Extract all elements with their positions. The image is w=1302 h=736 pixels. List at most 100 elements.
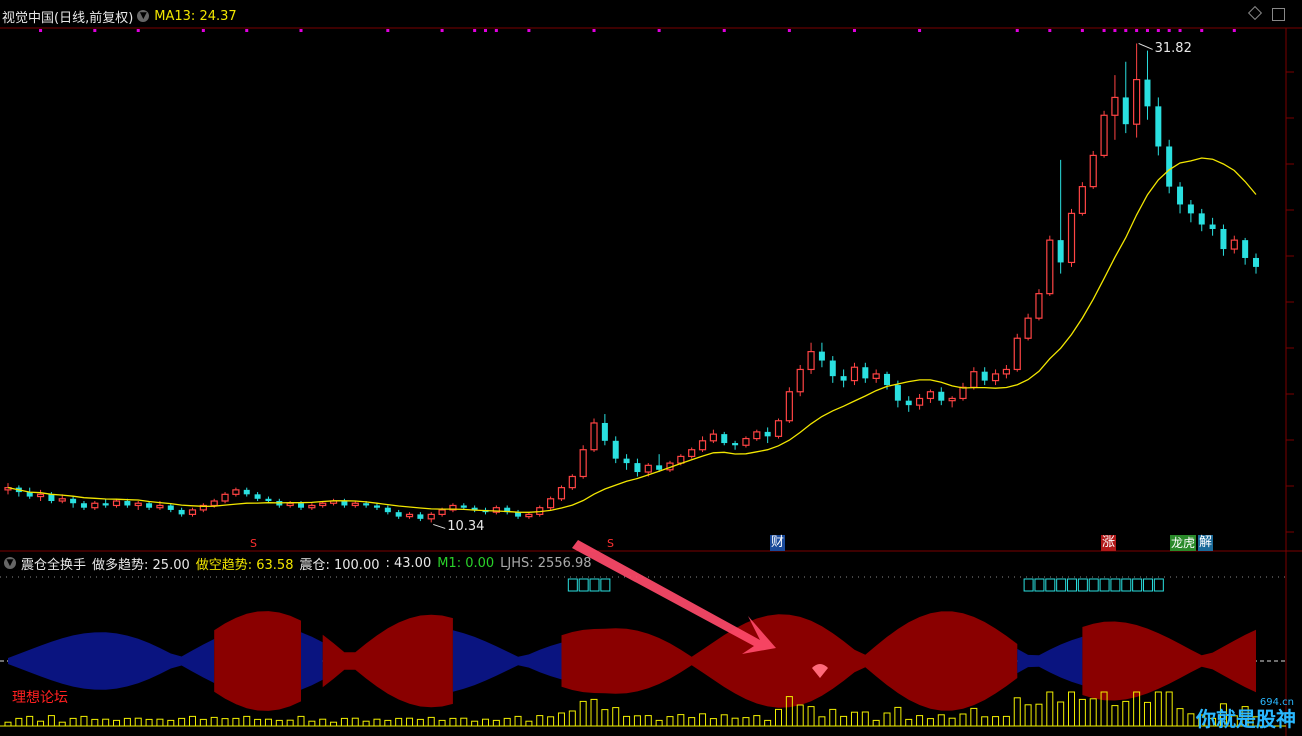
turnover-bar	[471, 720, 479, 727]
turnover-bar	[872, 719, 880, 727]
turnover-bar	[861, 711, 869, 727]
event-tag-limit-up[interactable]: 涨	[1101, 535, 1117, 551]
turnover-bar	[1187, 713, 1195, 727]
turnover-bar	[644, 715, 652, 727]
turnover-bar	[948, 717, 956, 727]
candle-up	[438, 509, 446, 515]
turnover-bar	[351, 717, 359, 727]
candle-down	[721, 434, 728, 444]
turnover-bar	[753, 715, 761, 727]
extra-value: : 43.00	[385, 555, 432, 571]
turnover-box	[1142, 578, 1153, 592]
turnover-bar	[992, 716, 1000, 727]
turnover-bar	[264, 718, 272, 727]
turnover-bar	[796, 704, 804, 727]
turnover-bar	[199, 718, 207, 727]
turnover-bar	[145, 718, 153, 727]
turnover-bar	[709, 718, 717, 727]
turnover-box	[1034, 578, 1045, 592]
turnover-bar	[330, 721, 338, 727]
event-tag-finance[interactable]: 财	[770, 535, 786, 551]
turnover-bar	[1143, 701, 1151, 727]
turnover-bar	[1176, 708, 1184, 727]
turnover-bar	[134, 717, 142, 727]
signal-dot	[494, 29, 498, 32]
low-pointer	[433, 523, 446, 529]
turnover-bar	[47, 715, 55, 727]
turnover-bar	[210, 716, 218, 727]
candle-down	[1057, 240, 1064, 263]
candle-up	[850, 366, 859, 382]
candle-up	[698, 440, 707, 451]
signal-dot	[1015, 29, 1019, 32]
candle-down	[395, 512, 402, 517]
turnover-bar	[4, 721, 12, 727]
signal-dot	[657, 29, 661, 32]
signal-dot	[136, 29, 140, 32]
chevron-down-icon[interactable]: ▼	[137, 10, 150, 22]
turnover-bar	[123, 717, 131, 727]
candle-up	[579, 449, 587, 478]
candle-down	[243, 489, 250, 495]
indicator-header: ▼ 震仓全换手 做多趋势: 25.00 做空趋势: 63.58 震仓: 100.…	[0, 554, 592, 573]
candle-up	[1013, 337, 1021, 371]
signal-dots-layer	[39, 29, 1236, 32]
turnover-bar	[362, 720, 370, 727]
indicator-name[interactable]: 震仓全换手	[21, 554, 86, 573]
turnover-box	[1099, 578, 1110, 592]
turnover-bar	[1165, 691, 1173, 727]
turnover-bar	[1024, 704, 1032, 727]
turnover-bar	[731, 717, 739, 727]
indicator-area-layer	[8, 578, 1256, 711]
turnover-bar	[1111, 705, 1119, 727]
long-trend-value: 做多趋势: 25.00	[92, 557, 190, 573]
candle-up	[753, 431, 761, 440]
low-price-label: 10.34	[447, 519, 485, 535]
candle-up	[1002, 368, 1011, 375]
signal-dot	[299, 29, 303, 32]
candle-up	[970, 371, 978, 388]
candle-down	[905, 400, 912, 406]
turnover-bar	[568, 710, 576, 727]
turnover-bar	[514, 715, 522, 727]
signal-dot	[1156, 29, 1160, 32]
candle-up	[709, 433, 717, 442]
candle-up	[58, 498, 66, 502]
turnover-bar	[633, 715, 641, 727]
turnover-bar	[102, 718, 110, 727]
candle-down	[938, 391, 945, 401]
turnover-bar	[547, 716, 555, 727]
candle-down	[634, 463, 641, 473]
turnover-bar	[883, 712, 891, 727]
turnover-bar	[557, 712, 565, 727]
signal-dot	[245, 29, 249, 32]
candle-up	[232, 489, 240, 495]
turnover-bar	[37, 720, 45, 727]
long-trend-area	[452, 630, 562, 692]
event-tag-s[interactable]: S	[249, 536, 258, 552]
candle-up	[1133, 78, 1141, 125]
candle-up	[872, 373, 880, 379]
high-pointer	[1138, 43, 1153, 50]
event-tag-unlock[interactable]: 解	[1198, 535, 1214, 551]
signal-dot	[440, 29, 444, 32]
long-trend-area	[301, 632, 323, 690]
chevron-down-icon[interactable]: ▼	[4, 557, 16, 569]
short-trend-area	[561, 611, 1018, 711]
candle-down	[981, 371, 988, 381]
chart-canvas[interactable]	[0, 0, 1302, 736]
stock-title[interactable]: 视觉中国(日线,前复权)	[0, 7, 133, 26]
turnover-box	[1067, 578, 1078, 592]
candle-up	[590, 422, 598, 451]
short-trend-value: 做空趋势: 63.58	[195, 557, 294, 573]
candle-down	[1187, 204, 1194, 214]
turnover-bar	[1122, 700, 1130, 727]
event-tag-dragon-tiger[interactable]: 龙虎	[1170, 535, 1197, 551]
turnover-bar	[156, 718, 164, 727]
candle-up	[1035, 293, 1043, 319]
chart-header: 视觉中国(日线,前复权) ▼ MA13: 24.37	[0, 6, 237, 26]
candle-down	[656, 465, 663, 470]
window-icon[interactable]	[1272, 8, 1285, 21]
event-tag-s[interactable]: S	[606, 536, 615, 552]
turnover-bar	[1089, 698, 1097, 727]
